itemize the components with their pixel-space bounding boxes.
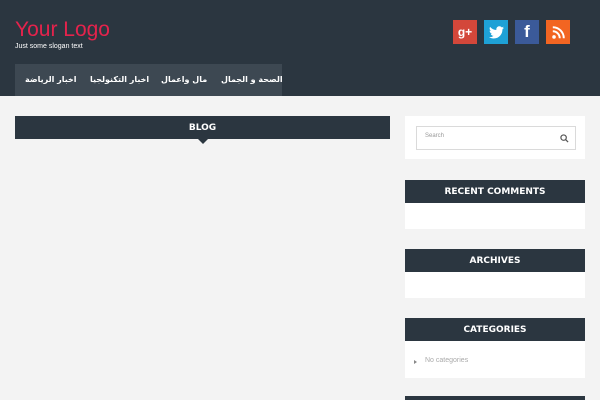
recent-comments-title: RECENT COMMENTS bbox=[405, 180, 585, 208]
recent-comments-title-text: RECENT COMMENTS bbox=[444, 186, 546, 197]
nav-item-sports-news[interactable]: اخبار الرياضة bbox=[25, 64, 76, 96]
title-pointer bbox=[197, 139, 208, 144]
next-widget-title bbox=[405, 396, 585, 400]
blog-section-title: BLOG bbox=[15, 116, 390, 144]
categories-body: No categories bbox=[405, 341, 585, 378]
site-logo[interactable]: Your Logo bbox=[15, 18, 110, 42]
rss-shape bbox=[551, 25, 565, 39]
nav-item-business[interactable]: مال واعمال bbox=[161, 64, 207, 96]
list-item: No categories bbox=[415, 357, 468, 364]
nav-item-health-beauty[interactable]: الصحة و الجمال bbox=[221, 64, 283, 96]
categories-title: CATEGORIES bbox=[405, 318, 585, 346]
categories-title-text: CATEGORIES bbox=[463, 324, 527, 335]
google-plus-icon[interactable]: g+ bbox=[453, 20, 477, 44]
blog-title-text: BLOG bbox=[188, 122, 217, 133]
nav-item-tech-news[interactable]: اخبار التكنولجيا bbox=[90, 64, 149, 96]
archives-title: ARCHIVES bbox=[405, 249, 585, 277]
categories-empty-text: No categories bbox=[425, 357, 469, 364]
recent-comments-body bbox=[405, 203, 585, 229]
twitter-icon[interactable] bbox=[484, 20, 508, 44]
search-placeholder: Search bbox=[425, 133, 445, 139]
search-icon[interactable] bbox=[560, 134, 569, 143]
google-plus-glyph: g+ bbox=[457, 25, 473, 39]
facebook-icon[interactable]: f bbox=[515, 20, 539, 44]
site-slogan: Just some slogan text bbox=[15, 43, 83, 50]
archives-title-text: ARCHIVES bbox=[469, 255, 521, 266]
main-nav: الصحة و الجمال مال واعمال اخبار التكنولج… bbox=[15, 64, 283, 96]
twitter-bird-shape bbox=[488, 25, 504, 38]
archives-body bbox=[405, 272, 585, 298]
site-header: Your Logo Just some slogan text g+ f الص… bbox=[0, 0, 600, 96]
facebook-glyph: f bbox=[524, 22, 530, 41]
rss-icon[interactable] bbox=[546, 20, 570, 44]
search-input[interactable]: Search bbox=[416, 126, 576, 150]
search-widget: Search bbox=[405, 116, 585, 159]
